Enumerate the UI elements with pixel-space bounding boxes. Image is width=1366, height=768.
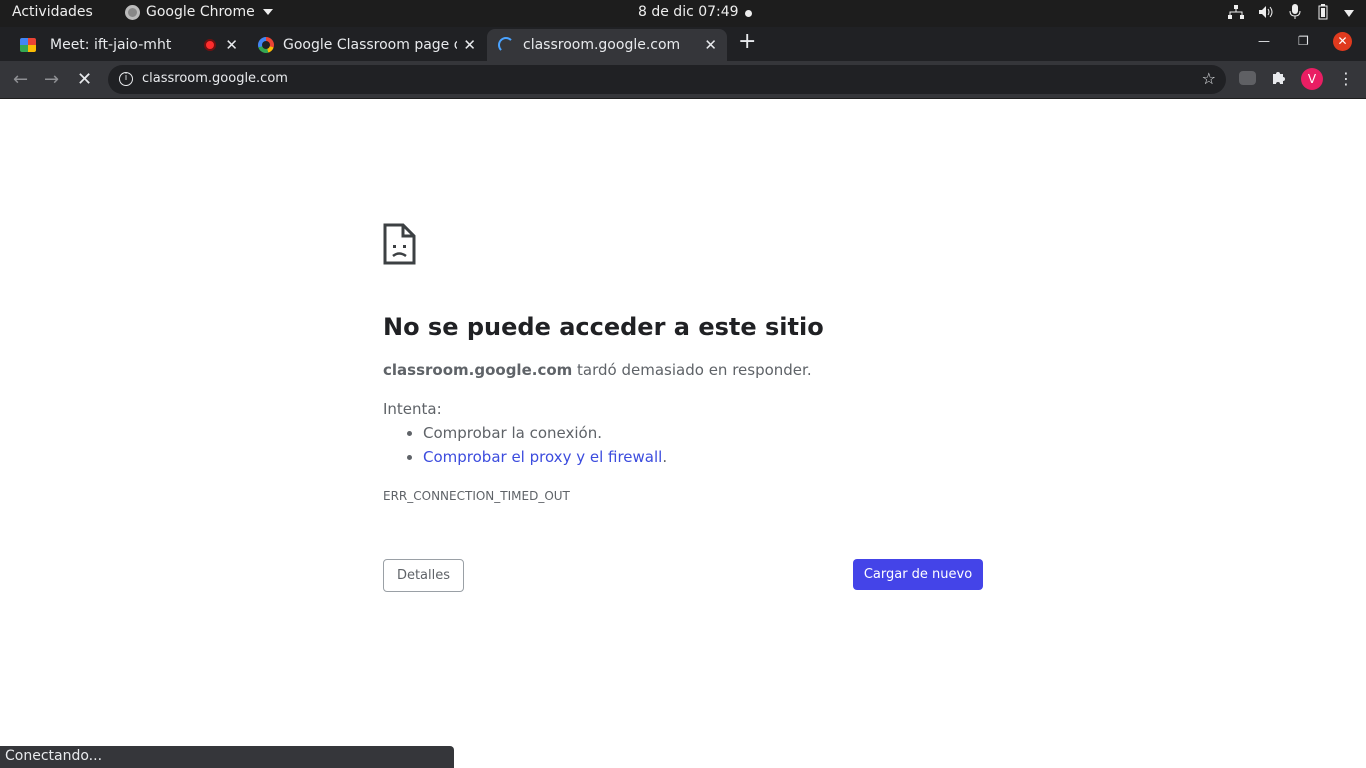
clock[interactable]: 8 de dic 07:49 xyxy=(638,4,739,20)
error-message-rest: tardó demasiado en responder. xyxy=(572,361,812,379)
error-code: ERR_CONNECTION_TIMED_OUT xyxy=(383,489,570,503)
close-tab-icon[interactable]: ✕ xyxy=(704,36,717,54)
url-text[interactable]: classroom.google.com xyxy=(142,71,288,86)
close-tab-icon[interactable]: ✕ xyxy=(225,36,238,54)
battery-icon xyxy=(1316,4,1330,24)
forward-button[interactable]: → xyxy=(44,69,59,90)
error-host: classroom.google.com xyxy=(383,361,573,379)
minimize-window-button[interactable]: — xyxy=(1258,34,1270,48)
loading-spinner-icon xyxy=(498,37,514,53)
try-label: Intenta: xyxy=(383,400,442,418)
close-window-button[interactable]: ✕ xyxy=(1333,32,1352,51)
tab-label: Meet: ift-jaio-mht xyxy=(50,37,172,53)
kebab-menu-icon[interactable]: ⋮ xyxy=(1338,69,1354,88)
app-menu[interactable]: Google Chrome xyxy=(125,4,273,20)
browser-toolbar: ← → ✕ i classroom.google.com ☆ V ⋮ xyxy=(0,61,1366,99)
check-proxy-link[interactable]: Comprobar el proxy y el firewall xyxy=(423,448,662,466)
error-message: classroom.google.com tardó demasiado en … xyxy=(383,361,812,379)
notification-dot-icon xyxy=(745,10,752,17)
chevron-down-icon xyxy=(262,9,273,15)
tab-strip: Meet: ift-jaio-mht ✕ Google Classroom pa… xyxy=(0,27,1366,61)
google-meet-icon xyxy=(20,38,36,52)
chrome-icon xyxy=(125,4,140,20)
suggestion-tail: . xyxy=(662,448,668,466)
system-tray[interactable] xyxy=(1228,4,1354,24)
tab-classroom-loading[interactable]: classroom.google.com ✕ xyxy=(487,29,727,61)
sad-page-icon xyxy=(383,223,416,265)
details-button[interactable]: Detalles xyxy=(383,559,464,592)
new-tab-button[interactable]: + xyxy=(738,29,756,54)
address-bar[interactable]: i classroom.google.com ☆ xyxy=(108,65,1226,94)
google-g-icon xyxy=(258,37,274,53)
activities-button[interactable]: Actividades xyxy=(12,4,93,20)
extension-icon[interactable] xyxy=(1239,71,1256,85)
suggestion-check-connection: Comprobar la conexión. xyxy=(423,424,667,442)
stop-loading-button[interactable]: ✕ xyxy=(77,69,92,90)
network-icon xyxy=(1228,5,1244,23)
suggestions-list: Comprobar la conexión. Comprobar el prox… xyxy=(423,424,667,472)
reload-button[interactable]: Cargar de nuevo xyxy=(853,559,983,590)
microphone-icon xyxy=(1288,4,1302,24)
tab-meet[interactable]: Meet: ift-jaio-mht ✕ xyxy=(10,29,248,61)
tab-label: classroom.google.com xyxy=(523,37,681,53)
tab-label: Google Classroom page d xyxy=(283,37,457,53)
app-name: Google Chrome xyxy=(146,4,255,20)
error-title: No se puede acceder a este sitio xyxy=(383,313,824,341)
volume-icon xyxy=(1258,5,1274,23)
tab-classroom-page[interactable]: Google Classroom page d ✕ xyxy=(250,29,486,61)
info-icon[interactable]: i xyxy=(119,72,133,86)
power-menu-chevron-icon xyxy=(1344,6,1354,22)
recording-icon xyxy=(204,39,216,51)
suggestion-check-proxy: Comprobar el proxy y el firewall. xyxy=(423,448,667,466)
status-bubble: Conectando... xyxy=(0,746,454,768)
back-button[interactable]: ← xyxy=(13,69,28,90)
extensions-puzzle-icon[interactable] xyxy=(1271,69,1287,89)
system-top-bar: Actividades Google Chrome 8 de dic 07:49 xyxy=(0,0,1366,27)
close-tab-icon[interactable]: ✕ xyxy=(463,36,476,54)
maximize-window-button[interactable]: ❐ xyxy=(1298,34,1309,48)
profile-avatar[interactable]: V xyxy=(1301,68,1323,90)
bookmark-star-icon[interactable]: ☆ xyxy=(1202,69,1216,88)
